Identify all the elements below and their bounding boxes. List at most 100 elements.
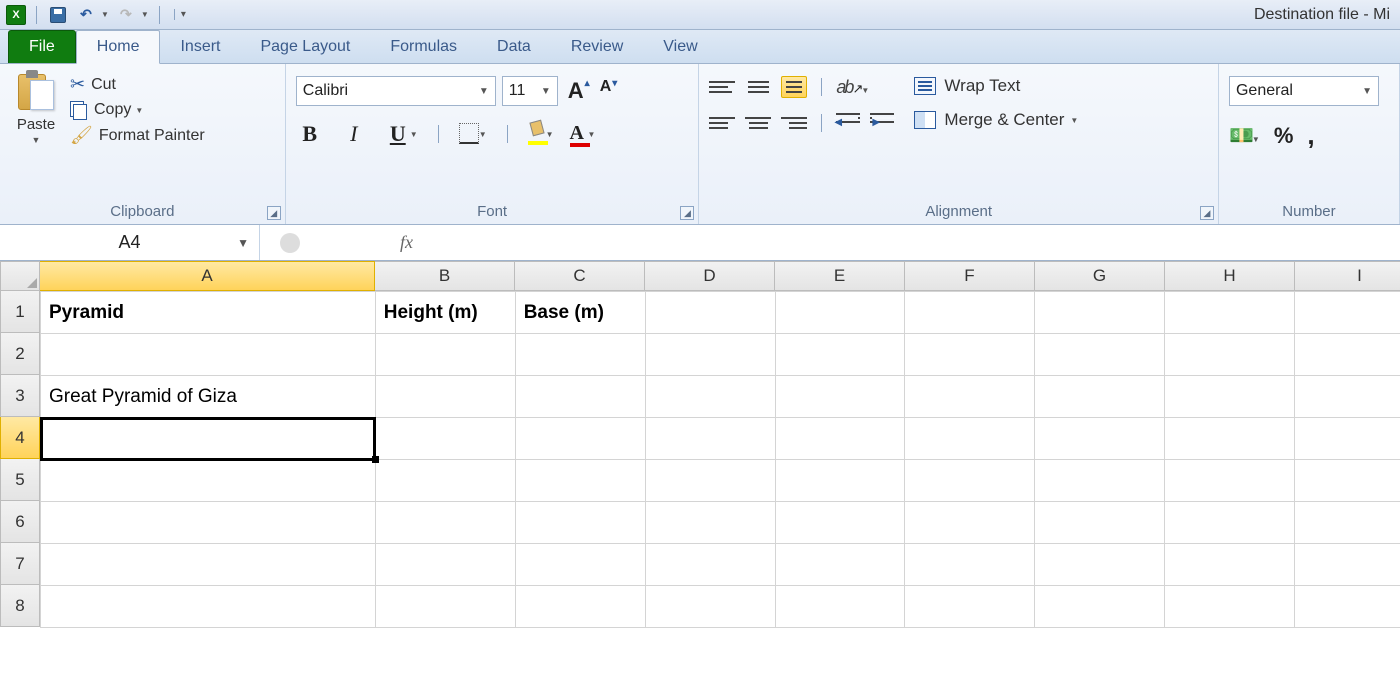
percent-button[interactable]: % (1274, 123, 1294, 149)
formula-bar-input[interactable] (413, 225, 1400, 260)
cell-E6[interactable] (775, 502, 905, 544)
font-color-button[interactable]: A (570, 122, 590, 147)
cell-C3[interactable] (515, 376, 645, 418)
tab-view[interactable]: View (643, 31, 717, 63)
cell-C2[interactable] (515, 334, 645, 376)
cell-A2[interactable] (41, 334, 376, 376)
cell-I2[interactable] (1295, 334, 1400, 376)
col-header-G[interactable]: G (1035, 261, 1165, 291)
cell-I3[interactable] (1295, 376, 1400, 418)
cell-I6[interactable] (1295, 502, 1400, 544)
cell-C6[interactable] (515, 502, 645, 544)
col-header-B[interactable]: B (375, 261, 515, 291)
cell-F3[interactable] (905, 376, 1035, 418)
tab-review[interactable]: Review (551, 31, 643, 63)
cut-button[interactable]: ✂Cut (70, 74, 205, 95)
cell-H4[interactable] (1165, 418, 1295, 460)
cancel-formula-icon[interactable] (280, 233, 300, 253)
cell-C1[interactable]: Base (m) (515, 292, 645, 334)
cell-D4[interactable] (645, 418, 775, 460)
cell-I5[interactable] (1295, 460, 1400, 502)
qat-customize-icon[interactable]: ▾ (174, 9, 186, 20)
cell-G5[interactable] (1035, 460, 1165, 502)
cell-F2[interactable] (905, 334, 1035, 376)
borders-dropdown-icon[interactable]: ▼ (479, 130, 487, 139)
row-header-4[interactable]: 4 (0, 417, 40, 459)
cell-G2[interactable] (1035, 334, 1165, 376)
name-box[interactable]: A4▼ (0, 225, 260, 260)
cell-B3[interactable] (375, 376, 515, 418)
currency-dropdown-icon[interactable]: ▼ (1252, 135, 1260, 144)
format-painter-button[interactable]: 🖌Format Painter (70, 125, 205, 146)
font-size-combo[interactable]: 11▼ (502, 76, 558, 106)
cell-F1[interactable] (905, 292, 1035, 334)
cell-D2[interactable] (645, 334, 775, 376)
redo-button[interactable]: ↷ (115, 4, 137, 26)
row-header-8[interactable]: 8 (0, 585, 40, 627)
fill-color-button[interactable] (528, 127, 548, 141)
clipboard-dialog-launcher[interactable]: ◢ (267, 206, 281, 220)
cell-E7[interactable] (775, 544, 905, 586)
cell-I8[interactable] (1295, 586, 1400, 628)
cell-D6[interactable] (645, 502, 775, 544)
cell-I4[interactable] (1295, 418, 1400, 460)
merge-dropdown-icon[interactable]: ▼ (1070, 116, 1078, 125)
col-header-D[interactable]: D (645, 261, 775, 291)
cell-B1[interactable]: Height (m) (375, 292, 515, 334)
chevron-down-icon[interactable]: ▼ (237, 236, 249, 250)
cell-H5[interactable] (1165, 460, 1295, 502)
cell-F6[interactable] (905, 502, 1035, 544)
paste-dropdown-icon[interactable]: ▼ (32, 135, 41, 145)
tab-formulas[interactable]: Formulas (370, 31, 477, 63)
align-right-button[interactable] (781, 112, 807, 134)
cell-C7[interactable] (515, 544, 645, 586)
grow-font-button[interactable]: A▴ (564, 76, 594, 106)
align-left-button[interactable] (709, 112, 735, 134)
font-name-combo[interactable]: Calibri▼ (296, 76, 496, 106)
cell-H2[interactable] (1165, 334, 1295, 376)
col-header-E[interactable]: E (775, 261, 905, 291)
copy-button[interactable]: Copy▼ (70, 101, 205, 119)
orientation-button[interactable]: ab↗▼ (836, 77, 869, 98)
cell-G6[interactable] (1035, 502, 1165, 544)
tab-file[interactable]: File (8, 30, 76, 63)
cell-A8[interactable] (41, 586, 376, 628)
cell-A7[interactable] (41, 544, 376, 586)
align-top-button[interactable] (709, 76, 735, 98)
cell-E2[interactable] (775, 334, 905, 376)
cell-C8[interactable] (515, 586, 645, 628)
cell-E3[interactable] (775, 376, 905, 418)
redo-dropdown-icon[interactable]: ▼ (141, 10, 149, 19)
currency-button[interactable]: 💵▼ (1229, 123, 1260, 148)
cell-D1[interactable] (645, 292, 775, 334)
cell-H1[interactable] (1165, 292, 1295, 334)
cell-B5[interactable] (375, 460, 515, 502)
font-dialog-launcher[interactable]: ◢ (680, 206, 694, 220)
cell-I7[interactable] (1295, 544, 1400, 586)
cell-I1[interactable] (1295, 292, 1400, 334)
cell-C5[interactable] (515, 460, 645, 502)
align-middle-button[interactable] (745, 76, 771, 98)
row-header-3[interactable]: 3 (0, 375, 40, 417)
cell-A3[interactable]: Great Pyramid of Giza (41, 376, 376, 418)
borders-button[interactable] (459, 123, 481, 145)
align-bottom-button[interactable] (781, 76, 807, 98)
cell-H7[interactable] (1165, 544, 1295, 586)
row-header-2[interactable]: 2 (0, 333, 40, 375)
cell-H6[interactable] (1165, 502, 1295, 544)
cell-A6[interactable] (41, 502, 376, 544)
row-header-7[interactable]: 7 (0, 543, 40, 585)
cell-B6[interactable] (375, 502, 515, 544)
comma-style-button[interactable]: , (1307, 120, 1314, 151)
cell-G1[interactable] (1035, 292, 1165, 334)
increase-indent-button[interactable]: ▶ (870, 113, 894, 133)
cell-G4[interactable] (1035, 418, 1165, 460)
save-button[interactable] (47, 4, 69, 26)
copy-dropdown-icon[interactable]: ▼ (135, 106, 143, 115)
number-format-combo[interactable]: General▼ (1229, 76, 1379, 106)
alignment-dialog-launcher[interactable]: ◢ (1200, 206, 1214, 220)
cell-H3[interactable] (1165, 376, 1295, 418)
col-header-H[interactable]: H (1165, 261, 1295, 291)
cell-G3[interactable] (1035, 376, 1165, 418)
cell-F5[interactable] (905, 460, 1035, 502)
